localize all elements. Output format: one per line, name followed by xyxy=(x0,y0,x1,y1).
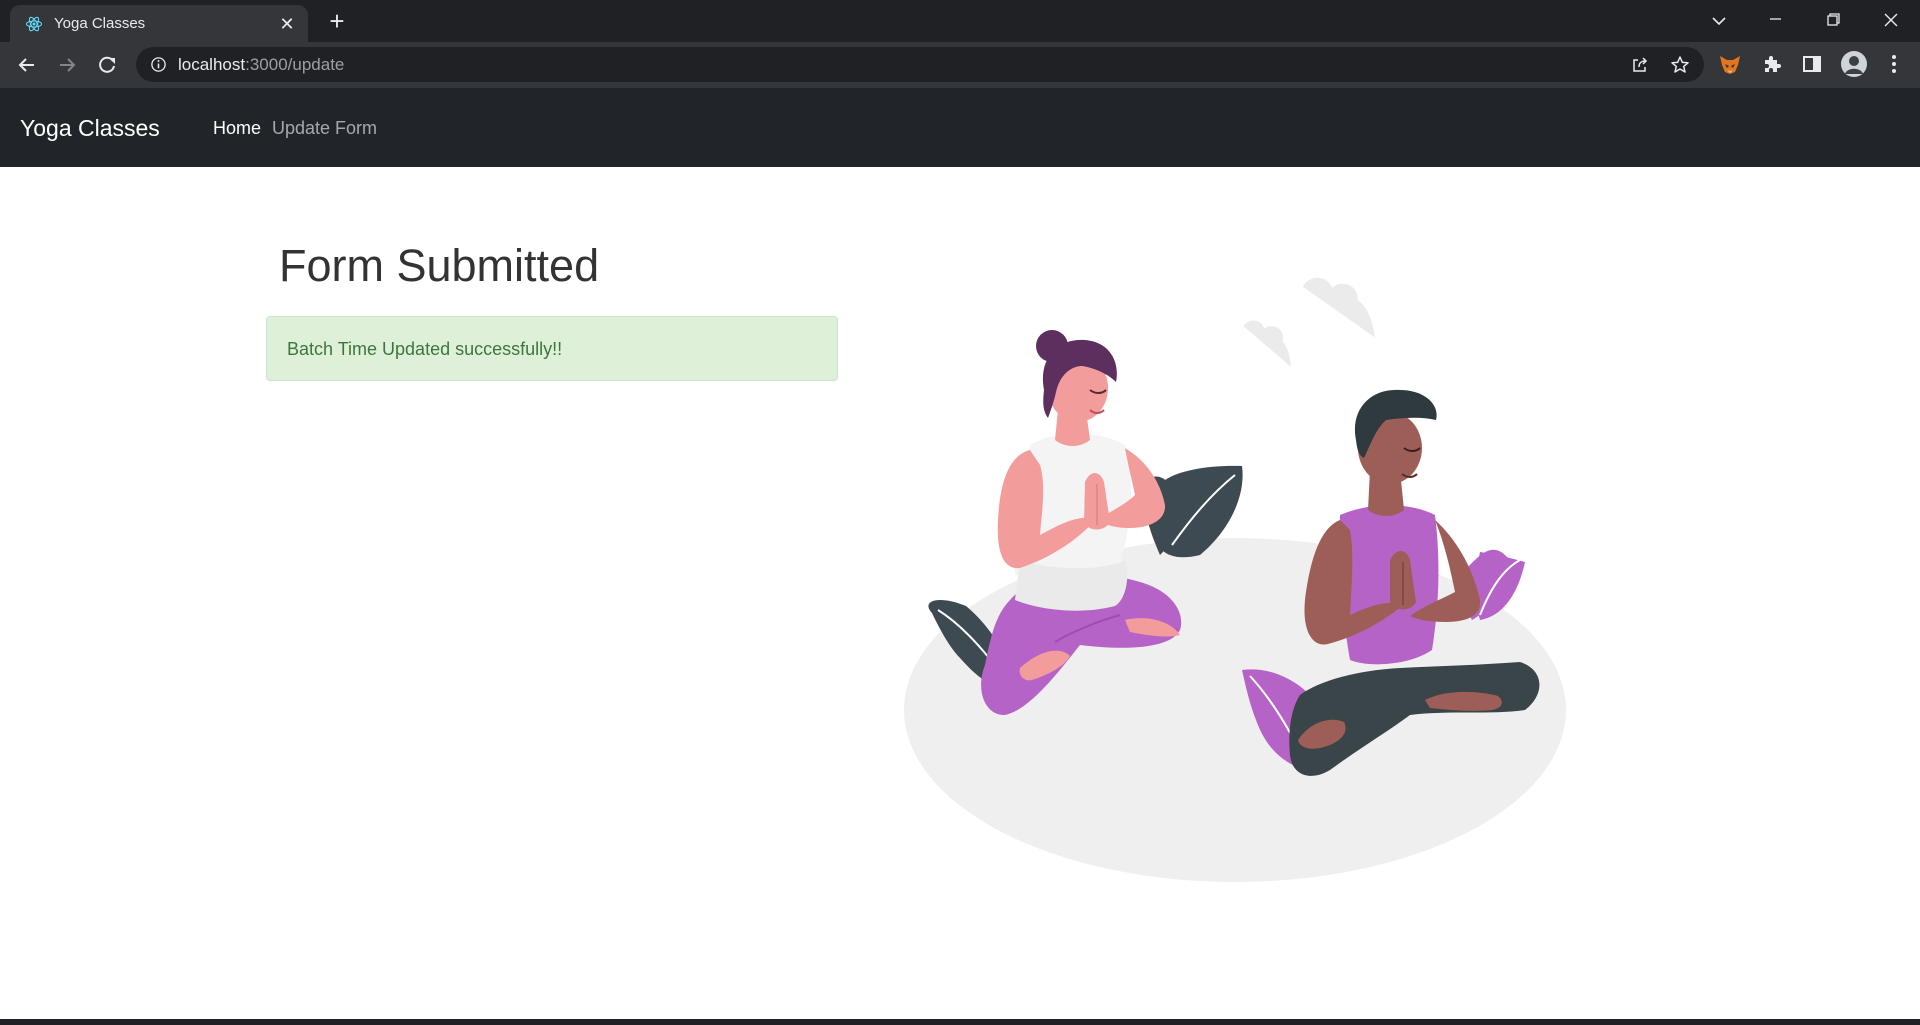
fox-extension-icon[interactable] xyxy=(1718,52,1742,76)
side-panel-icon[interactable] xyxy=(1800,52,1824,76)
address-url[interactable]: localhost:3000/update xyxy=(178,56,344,74)
close-window-icon[interactable] xyxy=(1868,6,1914,36)
tab-search-icon[interactable] xyxy=(1696,6,1742,36)
url-path: :3000/update xyxy=(245,55,345,74)
bookmark-star-icon[interactable] xyxy=(1670,55,1690,75)
new-tab-icon[interactable]: + xyxy=(325,8,349,34)
bottom-edge xyxy=(0,1019,1920,1025)
success-alert: Batch Time Updated successfully!! xyxy=(266,316,838,381)
nav-link-home[interactable]: Home xyxy=(213,117,261,139)
kebab-menu-icon[interactable] xyxy=(1882,52,1906,76)
browser-tab-bar: Yoga Classes ✕ + xyxy=(0,0,1920,42)
page-title: Form Submitted xyxy=(279,240,600,291)
forward-icon[interactable] xyxy=(52,50,82,80)
react-icon xyxy=(25,16,43,32)
alert-message: Batch Time Updated successfully!! xyxy=(287,339,563,359)
tab-title: Yoga Classes xyxy=(54,15,146,32)
nav-link-update-form[interactable]: Update Form xyxy=(272,117,377,139)
app-navbar: Yoga Classes Home Update Form xyxy=(0,88,1920,167)
cloud-icon xyxy=(1243,277,1375,367)
url-host: localhost xyxy=(178,55,246,74)
profile-avatar[interactable] xyxy=(1840,50,1868,78)
reload-icon[interactable] xyxy=(92,50,122,80)
puzzle-extensions-icon[interactable] xyxy=(1760,52,1784,76)
address-bar[interactable]: localhost:3000/update xyxy=(136,47,1704,82)
minimize-icon[interactable] xyxy=(1752,6,1798,36)
share-icon[interactable] xyxy=(1630,55,1650,75)
browser-toolbar: localhost:3000/update xyxy=(0,42,1920,88)
navbar-brand[interactable]: Yoga Classes xyxy=(20,114,160,142)
back-icon[interactable] xyxy=(12,50,42,80)
restore-icon[interactable] xyxy=(1810,6,1856,36)
site-info-icon[interactable] xyxy=(150,56,167,73)
yoga-illustration xyxy=(904,277,1566,882)
browser-tab[interactable]: Yoga Classes ✕ xyxy=(10,5,308,42)
close-tab-icon[interactable]: ✕ xyxy=(278,15,296,33)
